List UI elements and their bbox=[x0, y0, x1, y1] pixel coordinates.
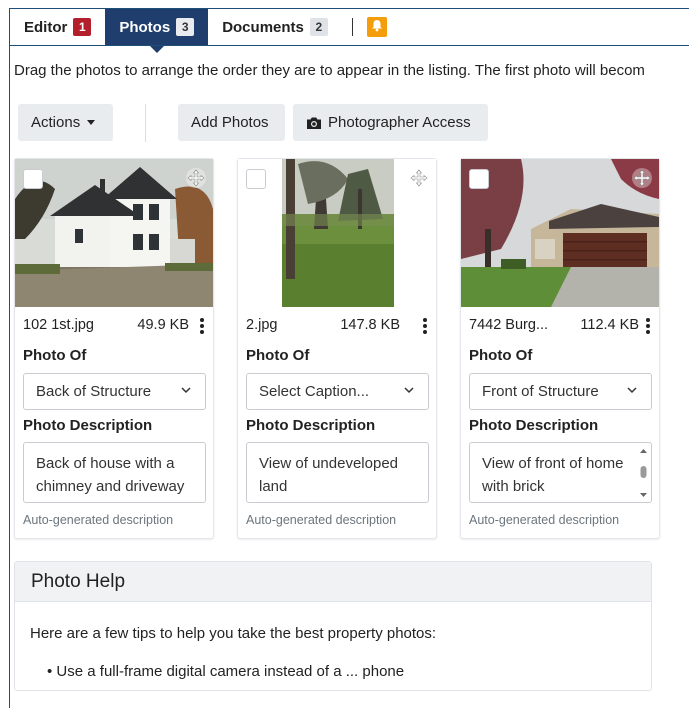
photo-description-textarea[interactable]: View of undeveloped land bbox=[246, 442, 429, 503]
photo-of-value: Back of Structure bbox=[36, 383, 152, 400]
photo-help-intro: Here are a few tips to help you take the… bbox=[30, 625, 437, 642]
photo-help-panel: Photo Help Here are a few tips to help y… bbox=[14, 561, 652, 691]
photo-description-text: View of front of home with brick bbox=[482, 455, 624, 495]
add-photos-label: Add Photos bbox=[191, 114, 269, 131]
file-name: 7442 Burg... bbox=[469, 317, 548, 333]
tab-editor-badge: 1 bbox=[73, 18, 92, 36]
photo-card[interactable]: 2.jpg 147.8 KB Photo Of Select Caption..… bbox=[237, 158, 437, 539]
tab-photos-badge: 3 bbox=[176, 18, 195, 36]
tab-editor-label: Editor bbox=[24, 18, 68, 36]
photo-description-label: Photo Description bbox=[23, 417, 153, 434]
chevron-down-icon bbox=[627, 387, 637, 394]
caret-down-icon bbox=[87, 120, 96, 125]
photo-description-label: Photo Description bbox=[469, 417, 599, 434]
actions-dropdown-button[interactable]: Actions bbox=[18, 104, 113, 141]
move-handle-icon[interactable] bbox=[408, 167, 430, 189]
photo-description-textarea[interactable]: Back of house with a chimney and drivewa… bbox=[23, 442, 206, 503]
drag-instructions: Drag the photos to arrange the order the… bbox=[14, 62, 645, 79]
tab-bar: Editor 1 Photos 3 Documents 2 bbox=[10, 9, 391, 53]
photographer-access-button[interactable]: Photographer Access bbox=[293, 104, 488, 141]
photo-description-textarea[interactable]: View of front of home with brick bbox=[469, 442, 652, 503]
photo-help-first-tip: • Use a full-frame digital camera instea… bbox=[47, 663, 405, 680]
file-size: 147.8 KB bbox=[340, 317, 400, 333]
photo-select-checkbox[interactable] bbox=[246, 169, 266, 189]
photo-thumbnail[interactable] bbox=[461, 159, 659, 307]
photo-of-select[interactable]: Front of Structure bbox=[469, 373, 652, 410]
photo-of-label: Photo Of bbox=[246, 347, 310, 364]
photo-thumbnail[interactable] bbox=[15, 159, 213, 307]
chevron-down-icon bbox=[181, 387, 191, 394]
file-size: 112.4 KB bbox=[580, 317, 639, 333]
photo-card[interactable]: 7442 Burg... 112.4 KB Photo Of Front of … bbox=[460, 158, 660, 539]
tab-editor[interactable]: Editor 1 bbox=[10, 9, 105, 45]
file-name: 2.jpg bbox=[246, 317, 278, 333]
auto-generated-note: Auto-generated description bbox=[246, 513, 397, 527]
file-info: 2.jpg 147.8 KB bbox=[246, 317, 430, 337]
tab-separator bbox=[351, 18, 353, 36]
tab-documents[interactable]: Documents 2 bbox=[208, 9, 342, 45]
file-info: 7442 Burg... 112.4 KB bbox=[469, 317, 653, 337]
tab-underline bbox=[10, 45, 689, 46]
textarea-scrollbar[interactable] bbox=[639, 448, 648, 498]
photo-help-first-tip-text: Use a full-frame digital camera instead … bbox=[56, 663, 405, 680]
kebab-menu-icon[interactable] bbox=[199, 318, 205, 335]
kebab-menu-icon[interactable] bbox=[645, 318, 651, 335]
file-info: 102 1st.jpg 49.9 KB bbox=[23, 317, 207, 337]
auto-generated-note: Auto-generated description bbox=[23, 513, 174, 527]
tab-documents-badge: 2 bbox=[309, 18, 328, 36]
camera-icon bbox=[307, 117, 321, 129]
photo-of-label: Photo Of bbox=[23, 347, 87, 364]
actions-label: Actions bbox=[31, 114, 81, 131]
photo-thumbnail[interactable] bbox=[238, 159, 436, 307]
photo-of-value: Select Caption... bbox=[259, 383, 370, 400]
move-handle-icon[interactable] bbox=[185, 167, 207, 189]
tab-photos-label: Photos bbox=[119, 18, 171, 36]
file-size: 49.9 KB bbox=[137, 317, 189, 333]
tab-photos[interactable]: Photos 3 bbox=[105, 9, 209, 53]
file-name: 102 1st.jpg bbox=[23, 317, 94, 333]
move-handle-icon[interactable] bbox=[631, 167, 653, 189]
add-photos-button[interactable]: Add Photos bbox=[178, 104, 285, 141]
notifications-button[interactable] bbox=[363, 9, 391, 45]
bell-icon bbox=[366, 17, 387, 37]
photo-help-title: Photo Help bbox=[15, 562, 651, 602]
photo-of-label: Photo Of bbox=[469, 347, 533, 364]
chevron-down-icon bbox=[404, 387, 414, 394]
photo-of-value: Front of Structure bbox=[482, 383, 599, 400]
photographer-access-label: Photographer Access bbox=[328, 114, 471, 131]
photo-description-label: Photo Description bbox=[246, 417, 376, 434]
photo-select-checkbox[interactable] bbox=[469, 169, 489, 189]
auto-generated-note: Auto-generated description bbox=[469, 513, 620, 527]
kebab-menu-icon[interactable] bbox=[422, 318, 428, 335]
toolbar-divider bbox=[145, 104, 146, 142]
photo-select-checkbox[interactable] bbox=[23, 169, 43, 189]
photo-of-select[interactable]: Back of Structure bbox=[23, 373, 206, 410]
tab-documents-label: Documents bbox=[222, 18, 304, 36]
photo-of-select[interactable]: Select Caption... bbox=[246, 373, 429, 410]
photo-card[interactable]: 102 1st.jpg 49.9 KB Photo Of Back of Str… bbox=[14, 158, 214, 539]
